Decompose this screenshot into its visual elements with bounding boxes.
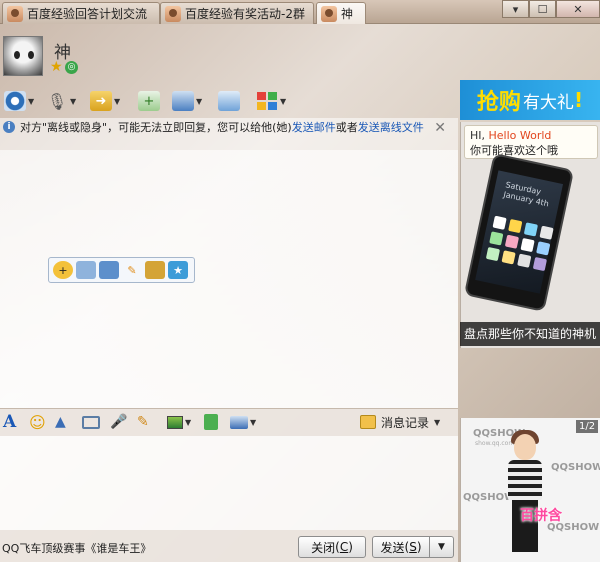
- font-icon[interactable]: A: [3, 412, 16, 432]
- remote-desktop-button[interactable]: ▼: [172, 89, 202, 113]
- bubble-line2: 你可能喜欢这个哦: [470, 144, 558, 157]
- bubble-name: Hello World: [488, 129, 552, 142]
- tab-contact-shen[interactable]: 神: [316, 2, 366, 24]
- send-file-button[interactable]: ➜ ▼: [90, 89, 120, 113]
- offline-notice: i 对方"离线或隐身"，可能无法立即回复，您可以给他(她)发送邮件或者发送离线文…: [0, 118, 458, 150]
- picture-button[interactable]: ▼: [167, 412, 191, 432]
- emoji-icon[interactable]: ☺: [29, 412, 46, 432]
- star-icon[interactable]: ★: [50, 60, 63, 74]
- promo-banner[interactable]: 抢购 有大礼 !: [460, 80, 600, 120]
- contact-avatar-icon: [321, 5, 337, 22]
- send-button-label: 发送: [380, 540, 405, 555]
- microphone-icon: 🎙: [46, 91, 68, 111]
- online-status-icon[interactable]: ◎: [65, 61, 78, 74]
- video-clip-icon[interactable]: [82, 412, 100, 432]
- minimize-button[interactable]: ▾: [502, 0, 529, 18]
- send-offline-file-link[interactable]: 发送离线文件: [358, 121, 424, 134]
- tab-group-baidu-answer[interactable]: 百度经验回答计划交流: [2, 2, 160, 24]
- image-icon[interactable]: [145, 261, 165, 279]
- banner-small-text: 有大礼: [522, 92, 574, 113]
- banner-exclamation: !: [573, 88, 584, 112]
- screen-icon: [218, 91, 240, 111]
- chevron-down-icon: ▼: [70, 96, 77, 106]
- notice-text: 对方"离线或隐身"，可能无法立即回复，您可以给他(她): [20, 121, 292, 134]
- chevron-down-icon: ▼: [280, 96, 287, 106]
- voice-call-button[interactable]: 🎙 ▼: [46, 89, 76, 113]
- contact-avatar[interactable]: [3, 36, 43, 76]
- floating-toolbar: + ✎ ★: [48, 257, 195, 283]
- camera-icon: [4, 91, 26, 111]
- send-shortcut: S: [409, 540, 417, 554]
- folder-icon: ➜: [90, 91, 112, 111]
- qqshow-badge: 百拼含: [520, 508, 562, 524]
- save-icon[interactable]: [76, 261, 96, 279]
- chevron-down-icon: ▼: [196, 96, 203, 106]
- ad-speech-bubble: HI, Hello World 你可能喜欢这个哦: [464, 125, 598, 159]
- chevron-down-icon: ▼: [185, 417, 192, 427]
- voice-message-icon[interactable]: 🎤: [110, 412, 127, 432]
- chevron-down-icon: ▼: [438, 542, 445, 552]
- qqshow-watermark: QQSHOW: [551, 462, 600, 473]
- group-icon: [165, 5, 181, 22]
- screen-share-button[interactable]: [218, 89, 240, 113]
- chevron-down-icon: ▼: [114, 96, 121, 106]
- add-discussion-icon: +: [138, 91, 160, 111]
- tab-label: 神: [341, 7, 354, 21]
- video-call-button[interactable]: ▼: [4, 89, 34, 113]
- phone-app-grid: [485, 215, 554, 272]
- screenshot-button[interactable]: ▼: [230, 412, 256, 432]
- qqshow-avatar-figure: [500, 428, 550, 562]
- chevron-down-icon: ▼: [250, 417, 257, 427]
- history-icon: [360, 415, 376, 429]
- chevron-down-icon: ▼: [434, 417, 441, 427]
- close-button[interactable]: 关闭(C): [298, 536, 366, 558]
- tab-label: 百度经验回答计划交流: [27, 7, 148, 21]
- bubble-hi: HI,: [470, 129, 486, 142]
- apps-button[interactable]: ▼: [256, 89, 286, 113]
- screenshot-icon: [230, 415, 248, 429]
- message-history-button[interactable]: 消息记录 ▼: [360, 412, 440, 432]
- shake-icon[interactable]: ▲: [55, 412, 66, 432]
- chevron-down-icon: ▼: [28, 96, 35, 106]
- close-shortcut: C: [339, 540, 349, 554]
- close-icon[interactable]: ✕: [434, 121, 446, 136]
- picture-icon: [167, 415, 183, 429]
- edit-icon[interactable]: ✎: [122, 261, 142, 279]
- emoji-add-icon[interactable]: +: [53, 261, 73, 279]
- gift-icon[interactable]: [204, 412, 218, 432]
- close-button-label: 关闭: [311, 540, 336, 555]
- note-icon[interactable]: ✎: [137, 412, 149, 432]
- maximize-button[interactable]: ☐: [529, 0, 556, 18]
- phone-screen: Saturday January 4th: [475, 170, 564, 294]
- bottom-ad-link[interactable]: QQ飞车顶级赛事《谁是车王》: [2, 540, 151, 556]
- tab-label: 百度经验有奖活动-2群: [185, 7, 305, 21]
- history-label: 消息记录: [381, 415, 430, 430]
- monitor-icon[interactable]: [99, 261, 119, 279]
- send-options-button[interactable]: ▼: [430, 536, 454, 558]
- window-controls: ▾ ☐ ✕: [502, 0, 600, 18]
- notice-or: 或者: [335, 121, 358, 134]
- create-discussion-button[interactable]: +: [138, 89, 160, 113]
- send-button[interactable]: 发送(S): [372, 536, 430, 558]
- info-icon: i: [3, 121, 15, 133]
- phone-ad-caption[interactable]: 盘点那些你不知道的神机: [460, 322, 600, 346]
- banner-big-text: 抢购: [476, 90, 521, 115]
- favorite-icon[interactable]: ★: [168, 261, 188, 279]
- close-window-button[interactable]: ✕: [556, 0, 600, 18]
- group-icon: [7, 5, 23, 22]
- tab-group-baidu-activity[interactable]: 百度经验有奖活动-2群: [160, 2, 314, 24]
- message-input[interactable]: [0, 436, 458, 530]
- monitor-icon: [172, 91, 194, 111]
- send-email-link[interactable]: 发送邮件: [292, 121, 336, 134]
- apps-grid-icon: [256, 91, 278, 111]
- tab-bar: 百度经验回答计划交流 百度经验有奖活动-2群 神 ▾ ☐ ✕: [0, 0, 600, 24]
- qqshow-page-indicator[interactable]: 1/2: [576, 420, 599, 433]
